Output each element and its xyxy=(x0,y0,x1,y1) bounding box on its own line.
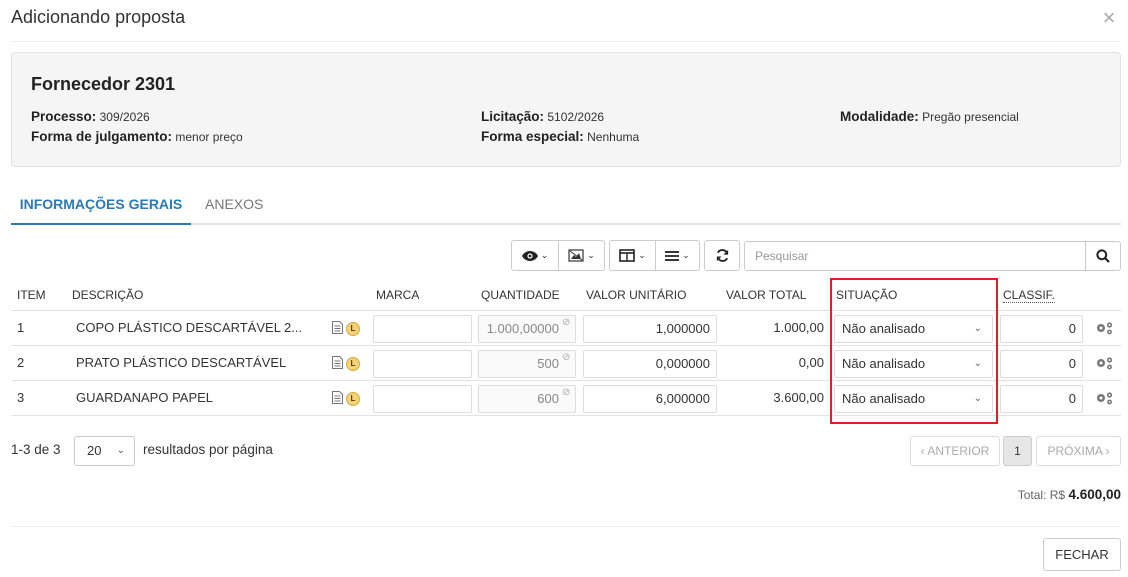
document-icon[interactable] xyxy=(332,356,343,369)
especial-info: Forma especial: Nenhuma xyxy=(481,129,639,144)
processo-value: 309/2026 xyxy=(99,110,150,124)
row-valor-total: 1.000,00 xyxy=(773,320,824,335)
especial-value: Nenhuma xyxy=(587,130,640,144)
search-icon xyxy=(1096,249,1110,263)
image-export-icon xyxy=(568,249,584,262)
total-currency: R$ xyxy=(1049,488,1066,502)
lot-badge: L xyxy=(346,392,360,406)
marca-input[interactable] xyxy=(373,315,472,343)
refresh-button[interactable] xyxy=(704,240,740,271)
supplier-name: Fornecedor 2301 xyxy=(31,74,176,94)
row-item: 2 xyxy=(17,355,25,370)
list-dropdown-button[interactable]: ⌄ xyxy=(656,240,700,271)
row-item: 3 xyxy=(17,390,25,405)
header-marca[interactable]: MARCA xyxy=(376,288,419,302)
row-valor-total: 3.600,00 xyxy=(773,390,824,405)
pagination-range: 1-3 de 3 xyxy=(11,442,61,457)
disabled-icon: ⊘ xyxy=(562,317,571,328)
marca-input[interactable] xyxy=(373,350,472,378)
view-button-group: ⌄ ⌄ xyxy=(511,240,605,271)
visibility-dropdown-button[interactable]: ⌄ xyxy=(511,240,559,271)
previous-page-button[interactable]: ‹ ANTERIOR xyxy=(910,436,1000,466)
row-descricao: GUARDANAPO PAPEL xyxy=(76,390,214,405)
row-valor-total: 0,00 xyxy=(798,355,824,370)
marca-input[interactable] xyxy=(373,385,472,413)
valor-unitario-input[interactable]: 1,000000 xyxy=(583,315,717,343)
tab-informacoes-gerais[interactable]: INFORMAÇÕES GERAIS xyxy=(11,184,191,225)
lot-badge: L xyxy=(346,357,360,371)
gears-icon[interactable] xyxy=(1095,391,1115,405)
per-page-value: 20 xyxy=(87,443,102,458)
header-quantidade[interactable]: QUANTIDADE xyxy=(481,288,560,302)
gears-icon[interactable] xyxy=(1095,356,1115,370)
layout-button-group: ⌄ ⌄ xyxy=(609,240,700,271)
classif-input[interactable]: 0 xyxy=(1000,385,1083,413)
header-item[interactable]: ITEM xyxy=(17,288,46,302)
header-valor-unitario[interactable]: VALOR UNITÁRIO xyxy=(586,288,686,302)
modal-title: Adicionando proposta xyxy=(11,7,186,27)
total-value: 4.600,00 xyxy=(1068,487,1121,502)
modalidade-info: Modalidade: Pregão presencial xyxy=(840,109,1019,124)
close-icon[interactable]: × xyxy=(1099,7,1119,29)
row-item: 1 xyxy=(17,320,25,335)
julgamento-value: menor preço xyxy=(175,130,243,144)
total-label: Total: xyxy=(1017,488,1047,502)
situacao-highlight xyxy=(830,278,998,424)
chevron-down-icon: ⌄ xyxy=(682,250,690,260)
licitacao-label: Licitação: xyxy=(481,109,545,124)
row-descricao: COPO PLÁSTICO DESCARTÁVEL 2... xyxy=(76,320,303,335)
tab-bar: INFORMAÇÕES GERAIS ANEXOS xyxy=(11,184,1121,225)
eye-icon xyxy=(521,250,538,261)
chevron-down-icon: ⌄ xyxy=(587,250,595,260)
disabled-icon: ⊘ xyxy=(562,352,571,363)
document-icon[interactable] xyxy=(332,391,343,404)
next-page-button[interactable]: PRÓXIMA › xyxy=(1036,436,1121,466)
disabled-icon: ⊘ xyxy=(562,387,571,398)
header-valor-total[interactable]: VALOR TOTAL xyxy=(726,288,806,302)
gears-icon[interactable] xyxy=(1095,321,1115,335)
julgamento-info: Forma de julgamento: menor preço xyxy=(31,129,243,144)
columns-icon xyxy=(619,249,636,262)
supplier-card: Fornecedor 2301 Processo: 309/2026 Forma… xyxy=(11,52,1121,167)
columns-dropdown-button[interactable]: ⌄ xyxy=(609,240,656,271)
header-descricao[interactable]: DESCRIÇÃO xyxy=(72,288,143,302)
chevron-down-icon: ⌄ xyxy=(638,250,646,260)
row-descricao: PRATO PLÁSTICO DESCARTÁVEL xyxy=(76,355,287,370)
refresh-icon xyxy=(716,249,728,262)
processo-label: Processo: xyxy=(31,109,97,124)
julgamento-label: Forma de julgamento: xyxy=(31,129,173,144)
chevron-down-icon: ⌄ xyxy=(116,445,125,456)
modalidade-value: Pregão presencial xyxy=(922,110,1019,124)
close-button[interactable]: FECHAR xyxy=(1043,538,1121,571)
page-1-button[interactable]: 1 xyxy=(1003,436,1032,466)
valor-unitario-input[interactable]: 0,000000 xyxy=(583,350,717,378)
document-icon[interactable] xyxy=(332,321,343,334)
processo-info: Processo: 309/2026 xyxy=(31,109,150,124)
total-summary: Total: R$ 4.600,00 xyxy=(1018,487,1121,502)
search-input[interactable] xyxy=(744,241,1086,271)
per-page-select[interactable]: 20 ⌄ xyxy=(74,436,135,466)
per-page-label: resultados por página xyxy=(143,442,273,457)
list-icon xyxy=(665,250,680,261)
valor-unitario-input[interactable]: 6,000000 xyxy=(583,385,717,413)
classif-input[interactable]: 0 xyxy=(1000,350,1083,378)
licitacao-info: Licitação: 5102/2026 xyxy=(481,109,604,124)
footer-divider xyxy=(11,526,1120,527)
classif-input[interactable]: 0 xyxy=(1000,315,1083,343)
lot-badge: L xyxy=(346,322,360,336)
chevron-down-icon: ⌄ xyxy=(540,250,549,260)
licitacao-value: 5102/2026 xyxy=(547,110,605,124)
image-dropdown-button[interactable]: ⌄ xyxy=(559,240,605,271)
header-divider xyxy=(11,41,1120,42)
search-button[interactable] xyxy=(1085,241,1121,271)
header-classif[interactable]: CLASSIF. xyxy=(1003,288,1056,303)
especial-label: Forma especial: xyxy=(481,129,584,144)
modalidade-label: Modalidade: xyxy=(840,109,919,124)
tab-anexos[interactable]: ANEXOS xyxy=(205,184,263,225)
